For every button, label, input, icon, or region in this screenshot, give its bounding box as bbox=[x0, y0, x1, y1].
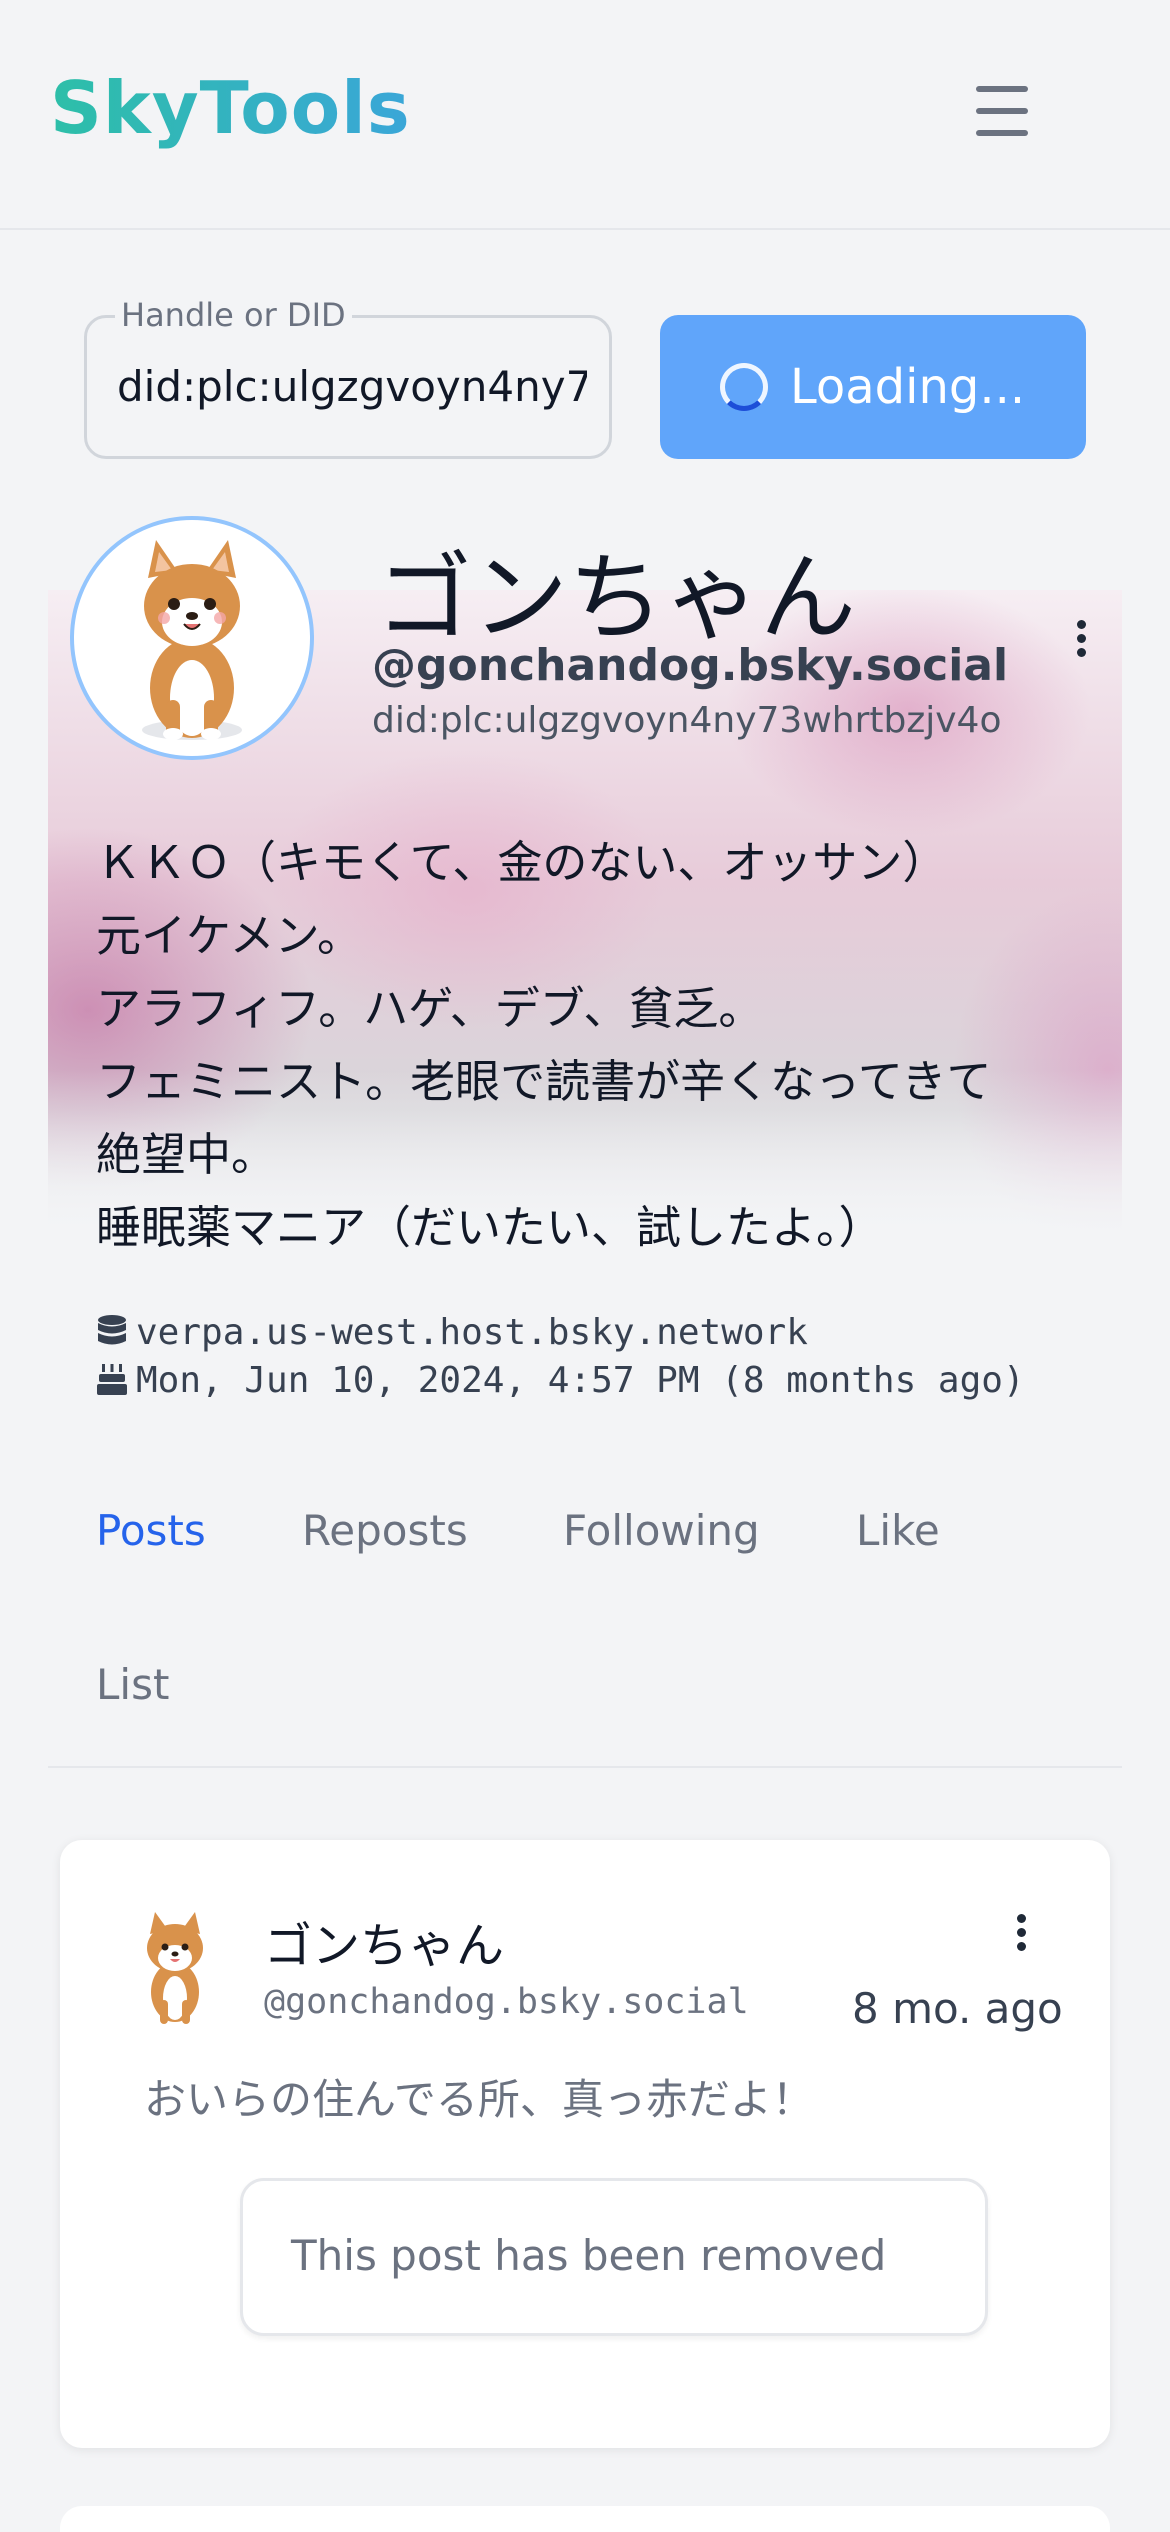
database-icon bbox=[98, 1315, 126, 1345]
created-date-row: Mon, Jun 10, 2024, 4:57 PM (8 months ago… bbox=[96, 1360, 1025, 1401]
search-field-label: Handle or DID bbox=[115, 296, 352, 334]
post-card[interactable]: ゴンちゃん @gonchandog.bsky.social 8 mo. ago … bbox=[60, 1840, 1110, 2448]
birthday-cake-icon bbox=[97, 1364, 127, 1395]
profile-display-name: ゴンちゃん bbox=[376, 542, 856, 654]
post-card[interactable] bbox=[60, 2506, 1110, 2532]
handle-input[interactable]: did:plc:ulgzgvoyn4ny73whrtbzjv4o bbox=[117, 362, 587, 418]
shiba-dog-avatar-icon bbox=[142, 540, 242, 740]
hamburger-menu-icon[interactable] bbox=[972, 86, 1032, 138]
post-author-name[interactable]: ゴンちゃん bbox=[264, 1906, 504, 1976]
post-more-options-icon[interactable] bbox=[1006, 1910, 1036, 1960]
profile-did: did:plc:ulgzgvoyn4ny73whrtbzjv4o bbox=[372, 700, 1002, 741]
post-author-avatar[interactable] bbox=[130, 1908, 220, 2028]
profile-handle: @gonchandog.bsky.social bbox=[372, 640, 1009, 691]
removed-post-notice: This post has been removed bbox=[291, 2231, 887, 2280]
load-button-label: Loading... bbox=[790, 359, 1026, 415]
pds-host: verpa.us-west.host.bsky.network bbox=[136, 1312, 808, 1353]
tab-following[interactable]: Following bbox=[563, 1506, 760, 1555]
load-button[interactable]: Loading... bbox=[660, 315, 1086, 459]
pds-host-row: verpa.us-west.host.bsky.network bbox=[96, 1312, 808, 1353]
removed-post-embed: This post has been removed bbox=[240, 2178, 988, 2336]
created-date: Mon, Jun 10, 2024, 4:57 PM (8 months ago… bbox=[136, 1360, 1025, 1401]
post-timestamp[interactable]: 8 mo. ago bbox=[852, 1984, 1063, 2033]
profile-avatar[interactable] bbox=[70, 516, 314, 760]
tab-reposts[interactable]: Reposts bbox=[302, 1506, 468, 1555]
top-bar: SkyTools bbox=[0, 0, 1170, 230]
post-author-handle[interactable]: @gonchandog.bsky.social bbox=[264, 1982, 749, 2022]
profile-more-options-icon[interactable] bbox=[1066, 614, 1096, 664]
loading-spinner-icon bbox=[720, 363, 768, 411]
app-logo[interactable]: SkyTools bbox=[50, 66, 411, 150]
tab-like[interactable]: Like bbox=[856, 1506, 940, 1555]
profile-bio: ＫＫＯ（キモくて、金のない、オッサン） 元イケメン。 アラフィフ。ハゲ、デブ、貧… bbox=[96, 836, 992, 1254]
tab-posts[interactable]: Posts bbox=[96, 1506, 206, 1555]
post-text: おいらの住んでる所、真っ赤だよ！ bbox=[144, 2075, 814, 2124]
handle-search-field[interactable]: Handle or DID did:plc:ulgzgvoyn4ny73whrt… bbox=[84, 296, 612, 459]
tabs-divider bbox=[48, 1766, 1122, 1768]
tab-list[interactable]: List bbox=[96, 1660, 169, 1709]
